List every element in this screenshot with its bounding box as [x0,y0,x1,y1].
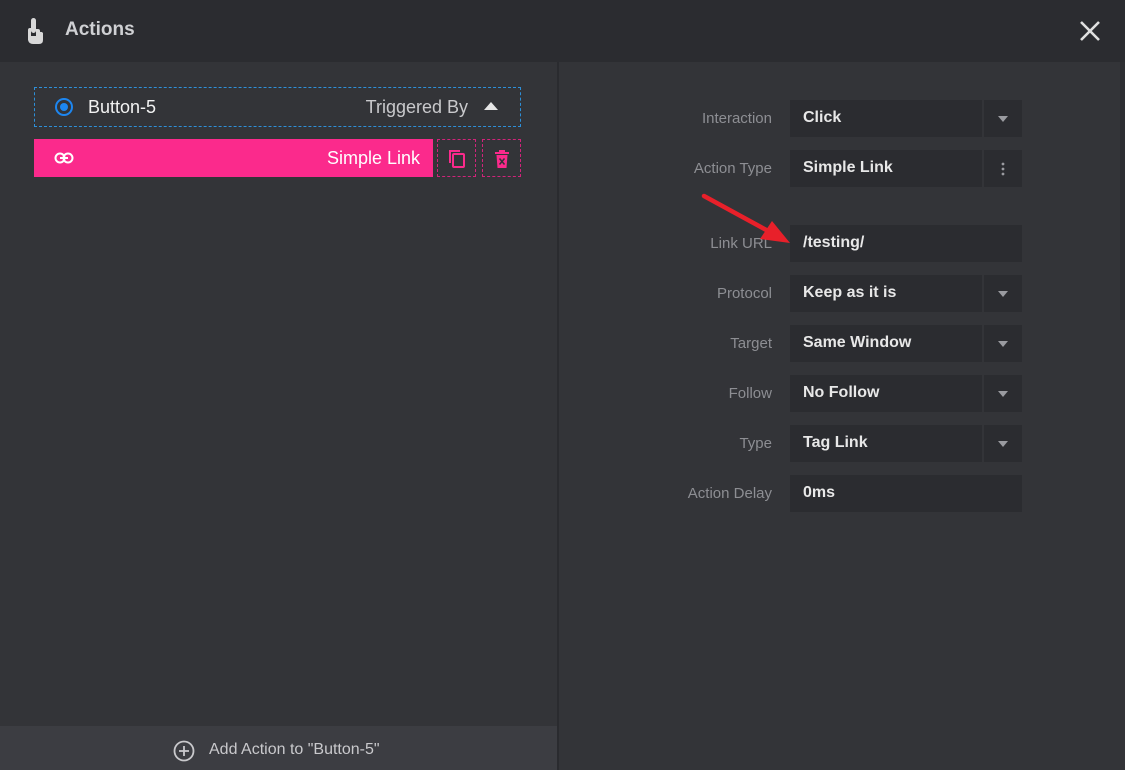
interaction-select[interactable]: Click [790,100,1022,137]
action-type-label: Action Type [693,160,772,177]
link-url-label: Link URL [710,235,772,252]
add-action-button[interactable]: Add Action to "Button-5" [0,726,557,770]
delete-action-button[interactable] [482,139,521,177]
chevron-down-icon [998,341,1008,347]
chevron-down-icon [998,291,1008,297]
follow-label: Follow [728,385,772,402]
modal-header: Actions [0,0,1125,62]
interaction-value: Click [803,109,842,126]
close-icon[interactable] [1076,17,1104,45]
target-select[interactable]: Same Window [790,325,1022,362]
type-value: Tag Link [803,434,868,451]
link-url-input[interactable]: /testing/ [790,225,1022,262]
trigger-radio[interactable] [55,98,73,116]
chevron-down-icon [998,391,1008,397]
more-vertical-icon[interactable] [1001,161,1005,177]
settings-scrollbar[interactable] [1120,62,1125,320]
interaction-label: Interaction [701,110,772,127]
add-action-label: Add Action to "Button-5" [209,741,380,758]
protocol-label: Protocol [716,285,772,302]
caret-up-icon[interactable] [484,102,498,110]
add-circle-icon [173,740,195,762]
action-type-value: Simple Link [803,159,893,176]
modal-title: Actions [65,19,135,40]
target-value: Same Window [803,334,912,351]
target-label: Target [730,335,772,352]
action-delay-value: 0ms [803,484,836,501]
action-item-label: Simple Link [326,148,420,168]
pointer-hand-icon [28,18,43,44]
follow-select[interactable]: No Follow [790,375,1022,412]
chevron-down-icon [998,441,1008,447]
trigger-name: Button-5 [88,97,157,117]
link-url-value: /testing/ [803,234,865,251]
type-select[interactable]: Tag Link [790,425,1022,462]
action-item-simple-link[interactable]: Simple Link [34,139,433,177]
trigger-button-5[interactable]: Button-5 Triggered By [34,87,521,127]
action-delay-input[interactable]: 0ms [790,475,1022,512]
copy-icon [449,150,465,168]
triggered-by-label: Triggered By [365,97,468,117]
action-type-select[interactable]: Simple Link [790,150,1022,187]
chevron-down-icon [998,116,1008,122]
link-icon [54,152,74,164]
protocol-value: Keep as it is [803,284,897,301]
duplicate-action-button[interactable] [437,139,476,177]
protocol-select[interactable]: Keep as it is [790,275,1022,312]
action-delay-label: Action Delay [687,485,772,502]
follow-value: No Follow [803,384,880,401]
trash-icon [495,150,509,168]
type-label: Type [739,435,772,452]
